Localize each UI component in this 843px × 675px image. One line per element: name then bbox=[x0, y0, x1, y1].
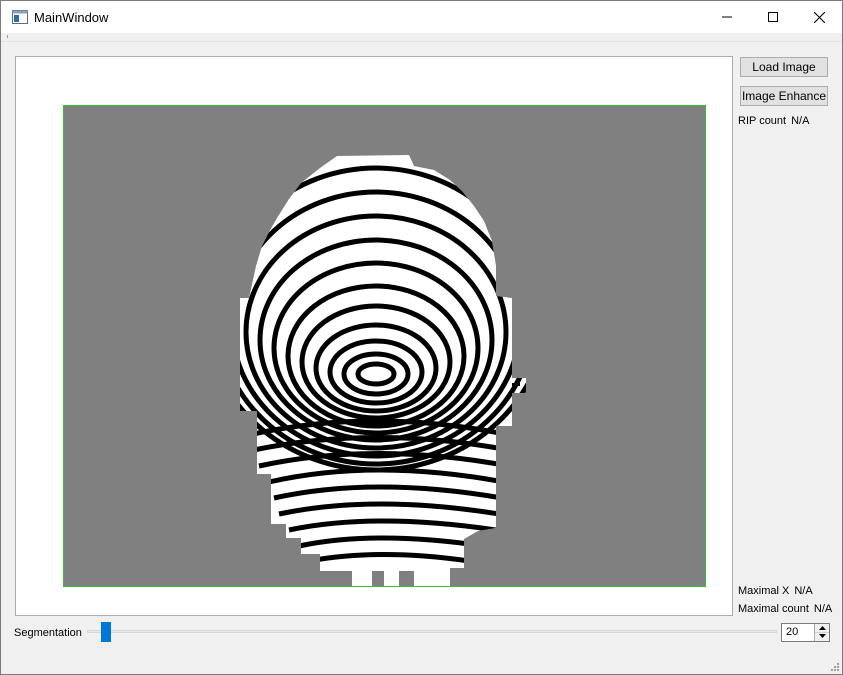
slider-track[interactable] bbox=[87, 630, 777, 633]
image-enhance-button[interactable]: Image Enhance bbox=[740, 86, 828, 106]
main-window: MainWindow Load Image Image Enhance RIP … bbox=[0, 0, 843, 675]
maximal-x-label: Maximal X bbox=[738, 585, 790, 597]
maximal-count-row: Maximal count N/A bbox=[738, 603, 832, 615]
spin-down-button[interactable] bbox=[815, 632, 829, 640]
rip-count-row: RIP count N/A bbox=[738, 115, 809, 127]
minimize-icon bbox=[722, 16, 732, 18]
maximal-x-row: Maximal X N/A bbox=[738, 585, 813, 597]
maximal-count-label: Maximal count bbox=[738, 603, 809, 615]
menu-bar bbox=[1, 33, 842, 42]
fingerprint-image bbox=[240, 155, 526, 586]
close-button[interactable] bbox=[796, 1, 842, 33]
arrow-down-icon bbox=[818, 634, 826, 638]
spin-buttons bbox=[814, 624, 829, 641]
maximal-x-value: N/A bbox=[794, 585, 813, 597]
maximal-count-value: N/A bbox=[813, 603, 833, 615]
close-icon bbox=[813, 11, 825, 23]
slider-handle[interactable] bbox=[101, 622, 111, 642]
segmentation-value[interactable]: 20 bbox=[786, 626, 798, 638]
segmentation-spinbox[interactable]: 20 bbox=[781, 623, 830, 642]
window-title: MainWindow bbox=[34, 10, 109, 25]
rip-count-label: RIP count bbox=[738, 115, 787, 127]
segmentation-label: Segmentation bbox=[14, 627, 82, 639]
app-window-icon bbox=[12, 10, 28, 24]
maximize-icon bbox=[768, 12, 778, 22]
maximize-button[interactable] bbox=[750, 1, 796, 33]
image-view[interactable] bbox=[15, 56, 733, 616]
fingerprint-image-frame bbox=[63, 105, 706, 587]
segmentation-slider[interactable] bbox=[87, 621, 777, 643]
title-bar[interactable]: MainWindow bbox=[1, 1, 842, 33]
rip-count-value: N/A bbox=[791, 115, 810, 127]
resize-grip-icon[interactable] bbox=[830, 662, 840, 672]
load-image-button[interactable]: Load Image bbox=[740, 57, 828, 77]
minimize-button[interactable] bbox=[704, 1, 750, 33]
arrow-up-icon bbox=[818, 626, 826, 630]
